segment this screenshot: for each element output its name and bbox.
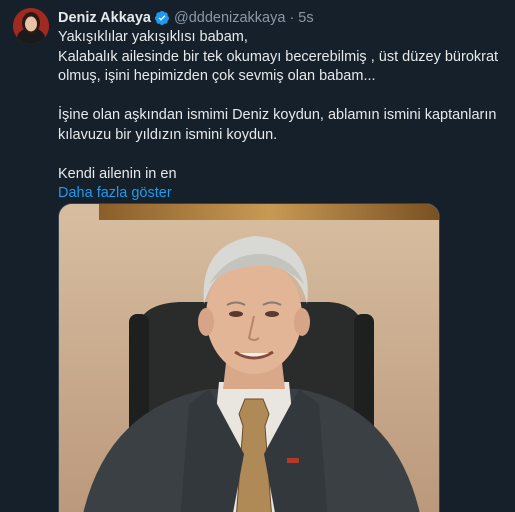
- avatar-image: [13, 8, 49, 44]
- tweet-text: Yakışıklılar yakışıklısı babam, Kalabalı…: [58, 28, 503, 184]
- tweet-media-photo[interactable]: [58, 203, 440, 512]
- tweet-text-line: İşine olan aşkından ismimi Deniz koydun,…: [58, 107, 497, 123]
- tweet-header: Deniz Akkaya @dddenizakkaya · 5s: [58, 8, 503, 28]
- tweet-text-line: kılavuzu bir yıldızın ismini koydun.: [58, 126, 278, 143]
- separator-dot: ·: [289, 10, 295, 26]
- portrait-photo: [59, 204, 439, 512]
- author-handle[interactable]: @dddenizakkaya: [174, 10, 285, 26]
- show-more-link[interactable]: Daha fazla göster: [58, 184, 503, 204]
- tweet-text-line: olmuş, işini hepimizden çok sevmiş olan …: [58, 68, 376, 84]
- tweet-text-line: Yakışıklılar yakışıklısı babam,: [58, 29, 248, 45]
- avatar[interactable]: [13, 8, 49, 44]
- tweet-content: Deniz Akkaya @dddenizakkaya · 5s Yakışık…: [58, 8, 503, 204]
- author-name[interactable]: Deniz Akkaya: [58, 10, 151, 26]
- verified-badge-icon: [154, 10, 170, 26]
- tweet-text-line: Kendi ailenin in en: [58, 165, 177, 182]
- tweet[interactable]: Deniz Akkaya @dddenizakkaya · 5s Yakışık…: [0, 0, 515, 512]
- tweet-text-line: Kalabalık ailesinde bir tek okumayı bece…: [58, 48, 499, 65]
- timestamp[interactable]: 5s: [298, 10, 313, 26]
